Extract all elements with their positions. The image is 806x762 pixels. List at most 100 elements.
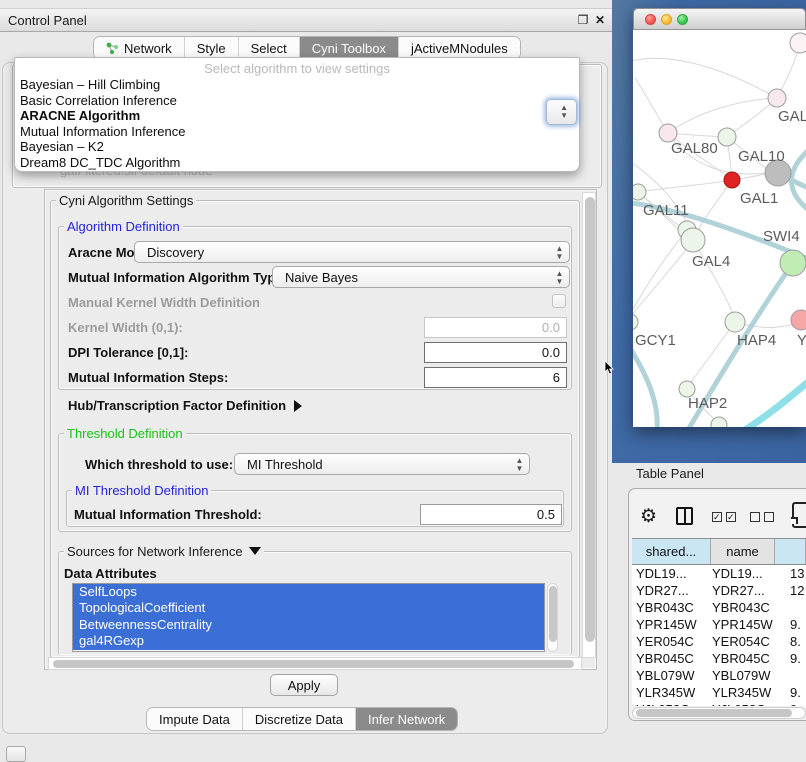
algorithm-option-mutual-information-inference[interactable]: Mutual Information Inference xyxy=(15,124,579,140)
table-header-row: shared...name xyxy=(632,539,806,565)
combo-arrows-icon: ▲▼ xyxy=(555,270,564,286)
tab-impute-data[interactable]: Impute Data xyxy=(147,708,242,730)
gear-icon[interactable]: ⚙ xyxy=(640,505,657,528)
table-row[interactable]: YBR043CYBR043C xyxy=(632,599,806,616)
table-cell: YBR045C xyxy=(712,651,770,666)
node-gal10-label: GAL10 xyxy=(738,148,785,165)
node-gal11[interactable] xyxy=(633,184,646,200)
node-gal4[interactable] xyxy=(681,228,705,252)
mi-type-label: Mutual Information Algorithm Type: xyxy=(68,270,287,285)
tab-style[interactable]: Style xyxy=(184,37,238,59)
algorithm-definition-legend: Algorithm Definition xyxy=(64,219,183,234)
table-row[interactable]: YLR345WYLR345W9. xyxy=(632,684,806,701)
tab-label: Discretize Data xyxy=(255,712,343,727)
node-gal1-label: GAL1 xyxy=(740,190,778,207)
which-threshold-value: MI Threshold xyxy=(247,457,323,472)
tab-discretize-data[interactable]: Discretize Data xyxy=(242,708,355,730)
table-horizontal-scrollbar[interactable] xyxy=(632,707,806,719)
hub-definition-disclosure[interactable]: Hub/Transcription Factor Definition xyxy=(68,398,302,413)
node-salmon[interactable] xyxy=(791,310,806,330)
table-row[interactable]: YBL079WYBL079W xyxy=(632,667,806,684)
mi-threshold-legend: MI Threshold Definition xyxy=(72,483,211,498)
attributes-list-scrollbar[interactable] xyxy=(547,583,558,652)
table-row[interactable]: YPR145WYPR145W9. xyxy=(632,616,806,633)
table-row[interactable]: YJL052CYJL052C9 xyxy=(632,701,806,706)
dpi-tolerance-field[interactable]: 0.0 xyxy=(424,342,567,363)
mi-steps-field[interactable]: 6 xyxy=(424,367,567,388)
algorithm-option-dream8-dc-tdc-algorithm[interactable]: Dream8 DC_TDC Algorithm xyxy=(15,155,579,171)
table-row[interactable]: YDL19... YDL19... 13 xyxy=(632,565,806,582)
table-cell: YDL19... xyxy=(636,566,687,581)
tab-network[interactable]: Network xyxy=(94,37,184,59)
node-gcy1[interactable] xyxy=(633,314,638,330)
tab-label: Network xyxy=(124,41,172,56)
table-row[interactable]: YBR045CYBR045C9. xyxy=(632,650,806,667)
node-swi4[interactable] xyxy=(780,250,806,276)
node-salmon-label: Y xyxy=(797,332,806,349)
data-attributes-label: Data Attributes xyxy=(64,566,157,581)
tab-label: Infer Network xyxy=(368,712,445,727)
tab-cyni-toolbox[interactable]: Cyni Toolbox xyxy=(299,37,398,59)
columns-icon[interactable] xyxy=(676,507,693,525)
node-gal-partial[interactable] xyxy=(768,89,786,107)
sources-disclosure[interactable]: Sources for Network Inference xyxy=(64,544,264,559)
tab-select[interactable]: Select xyxy=(238,37,299,59)
table-row[interactable]: YER054CYER054C8. xyxy=(632,633,806,650)
dpi-tolerance-label: DPI Tolerance [0,1]: xyxy=(68,345,188,360)
table-cell: YDL19... xyxy=(712,566,763,581)
minimize-traffic-light-icon[interactable] xyxy=(661,14,672,25)
kernel-width-field[interactable]: 0.0 xyxy=(424,317,567,338)
apply-button[interactable]: Apply xyxy=(270,674,338,696)
attribute-item-betweennesscentrality[interactable]: BetweennessCentrality xyxy=(73,617,544,633)
node-swi4-label: SWI4 xyxy=(763,228,800,245)
aracne-mode-combobox[interactable]: Discovery ▲▼ xyxy=(134,241,570,263)
node-hap2-label: HAP2 xyxy=(688,395,727,412)
column-header-clipped[interactable] xyxy=(775,539,806,564)
column-header-shared...[interactable]: shared... xyxy=(632,539,711,564)
settings-horizontal-scrollbar[interactable] xyxy=(48,657,582,670)
tab-infer-network[interactable]: Infer Network xyxy=(355,708,457,730)
table-cell: YBL079W xyxy=(712,668,771,683)
node-gal1[interactable] xyxy=(724,172,740,188)
combo-arrows-icon: ▲▼ xyxy=(555,245,564,261)
node-gal80-label: GAL80 xyxy=(671,140,718,157)
tab-jactivemnodules[interactable]: jActiveMNodules xyxy=(398,37,520,59)
attribute-item-topologicalcoefficient[interactable]: TopologicalCoefficient xyxy=(73,600,544,616)
node-gal4-label: GAL4 xyxy=(692,253,730,270)
mi-type-combobox[interactable]: Naive Bayes ▲▼ xyxy=(272,266,570,288)
close-window-icon[interactable]: ✕ xyxy=(593,13,607,27)
algorithm-option-bayesian-hill-climbing[interactable]: Bayesian – Hill Climbing xyxy=(15,77,579,93)
attribute-item-gal4rgexp[interactable]: gal4RGexp xyxy=(73,633,544,649)
tab-label: jActiveMNodules xyxy=(411,41,508,56)
attribute-item-selfloops[interactable]: SelfLoops xyxy=(73,584,544,600)
node-hap4-label: HAP4 xyxy=(737,332,776,349)
which-threshold-combobox[interactable]: MI Threshold ▲▼ xyxy=(234,453,530,475)
settings-vertical-scrollbar[interactable] xyxy=(582,192,596,658)
algorithm-option-aracne-algorithm[interactable]: ARACNE Algorithm xyxy=(15,108,579,124)
document-icon[interactable] xyxy=(792,502,806,528)
table-cell: 9. xyxy=(790,685,801,700)
cyni-mode-tabbar: Impute Data Discretize Data Infer Network xyxy=(146,707,458,731)
mi-threshold-field[interactable]: 0.5 xyxy=(420,504,562,525)
node-gal10[interactable] xyxy=(718,128,736,146)
node-top-partial[interactable] xyxy=(790,33,806,53)
zoom-traffic-light-icon[interactable] xyxy=(677,14,688,25)
table-row[interactable]: YDR27...YDR27...12 xyxy=(632,582,806,599)
kernel-width-label: Kernel Width (0,1): xyxy=(68,320,183,335)
collapsed-panel-icon[interactable] xyxy=(6,746,26,762)
algorithm-combobox-fragment[interactable]: ▲▼ xyxy=(546,99,577,125)
close-traffic-light-icon[interactable] xyxy=(645,14,656,25)
node-hap4[interactable] xyxy=(725,312,745,332)
network-canvas[interactable]: GALGAL80GAL10GAL1GAL11SWI4GAL4GCY1HAP4YH… xyxy=(633,30,806,427)
table-cell: YLR345W xyxy=(636,685,695,700)
aracne-mode-value: Discovery xyxy=(147,245,204,260)
column-header-name[interactable]: name xyxy=(711,539,775,564)
algorithm-option-basic-correlation-inference[interactable]: Basic Correlation Inference xyxy=(15,93,579,109)
sources-legend-label: Sources for Network Inference xyxy=(67,544,243,559)
screen: Control Panel ❐ ✕ NetworkStyleSelectCyni… xyxy=(0,0,806,762)
algorithm-option-bayesian-k2[interactable]: Bayesian – K2 xyxy=(15,139,579,155)
node-table: shared...name YDL19... YDL19... 13YDR27...… xyxy=(632,538,806,706)
manual-kernel-checkbox[interactable] xyxy=(552,294,566,308)
table-cell: 13 xyxy=(790,566,804,581)
float-window-icon[interactable]: ❐ xyxy=(576,13,590,27)
